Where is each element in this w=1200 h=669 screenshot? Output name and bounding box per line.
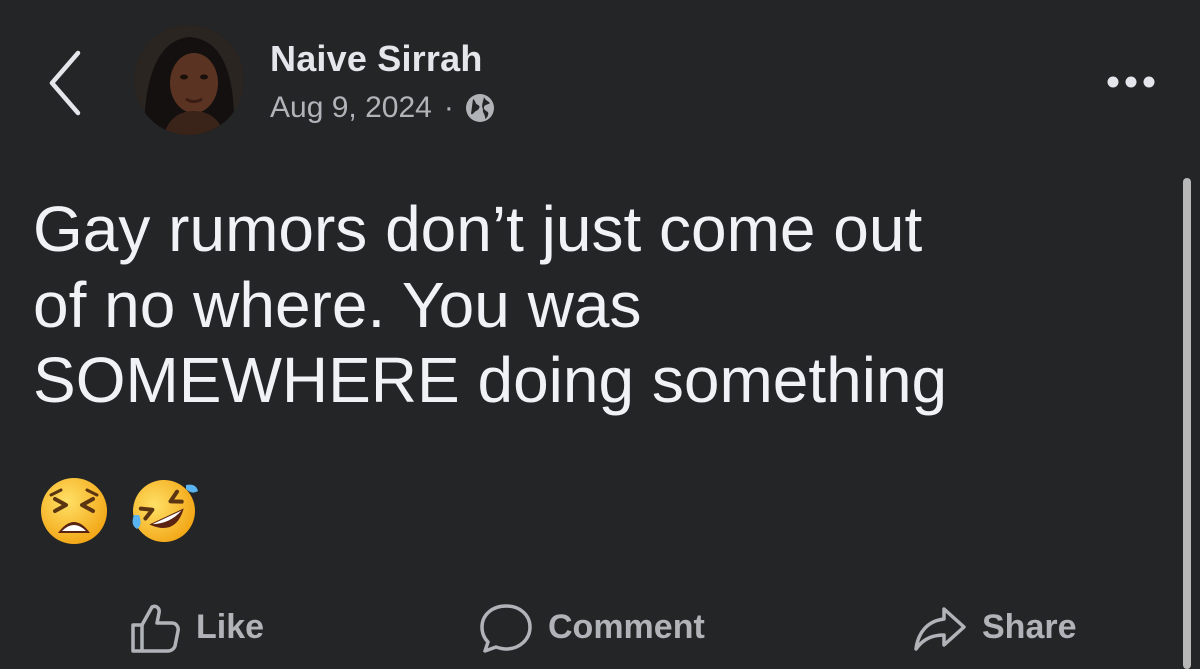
post-text-line: Gay rumors don’t just come out (33, 193, 923, 265)
avatar[interactable] (134, 25, 244, 135)
avatar-portrait (134, 25, 244, 135)
like-button[interactable]: Like (128, 590, 264, 665)
meta-separator: · (443, 91, 454, 124)
post-meta: Aug 9, 2024 · (270, 88, 496, 128)
more-options-button[interactable] (1100, 62, 1170, 102)
post-body: Gay rumors don’t just come out of no whe… (33, 192, 1153, 419)
like-label: Like (196, 608, 265, 646)
post-date[interactable]: Aug 9, 2024 (270, 91, 432, 125)
more-horizontal-icon (1107, 76, 1155, 88)
post-actions-bar: Like Comment Share (0, 590, 1200, 665)
emoji-row (38, 475, 200, 547)
comment-bubble-icon (480, 603, 532, 653)
share-label: Share (982, 608, 1077, 646)
author-name[interactable]: Naive Sirrah (270, 38, 483, 80)
tired-face-emoji (41, 478, 107, 544)
globe-icon (465, 94, 494, 122)
post-text-line: of no where. You was (33, 268, 642, 341)
post-text-line: SOMEWHERE doing something (33, 344, 948, 417)
thumbs-up-icon (131, 604, 180, 653)
back-button[interactable] (40, 45, 96, 117)
chevron-left-icon (49, 50, 81, 116)
rolling-on-floor-laughing-emoji (132, 480, 198, 542)
share-button[interactable]: Share (912, 590, 1077, 665)
comment-button[interactable]: Comment (478, 590, 705, 665)
share-arrow-icon (914, 606, 966, 651)
comment-label: Comment (548, 608, 705, 646)
post-header: Naive Sirrah Aug 9, 2024 · (0, 0, 1200, 150)
